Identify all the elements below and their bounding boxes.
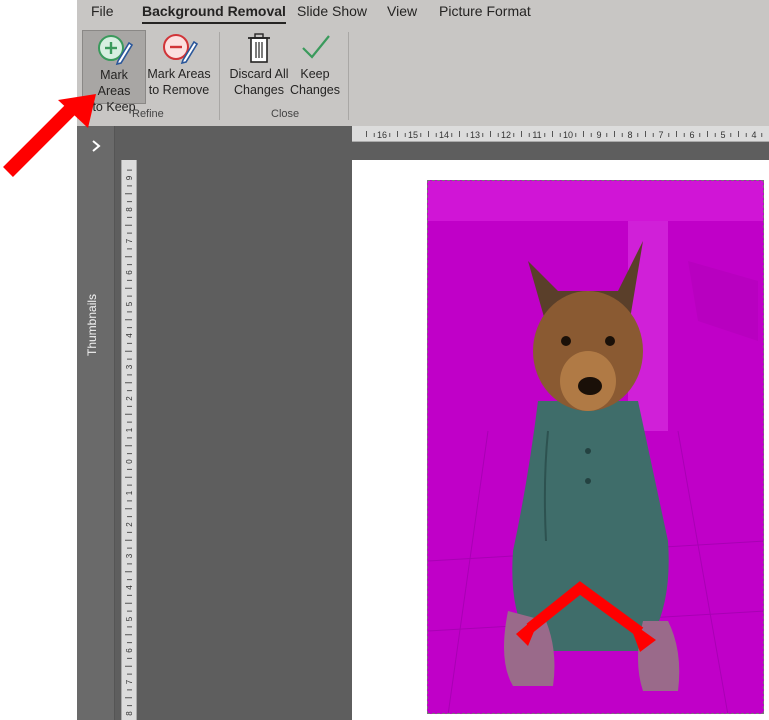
ruler-number: 6 xyxy=(689,130,694,140)
group-divider xyxy=(348,32,349,120)
horizontal-ruler-scale: 16 15 14 13 12 11 10 9 8 7 6 5 4 xyxy=(366,130,763,140)
keep-label: Keep Changes xyxy=(289,67,341,97)
ruler-number: 6 xyxy=(125,648,134,653)
ruler-number: 1 xyxy=(125,427,134,432)
discard-label: Discard All Changes xyxy=(229,67,289,97)
tab-picture-format[interactable]: Picture Format xyxy=(439,2,531,20)
ruler-number: 13 xyxy=(470,130,480,140)
ruler-number: 11 xyxy=(532,130,541,140)
mark-areas-to-remove-button[interactable]: Mark Areas to Remove xyxy=(147,30,211,104)
dog-shirt xyxy=(512,401,669,651)
ruler-number: 7 xyxy=(658,130,663,140)
pencil-plus-icon xyxy=(98,35,134,66)
ruler-number: 15 xyxy=(408,130,418,140)
dog-photo xyxy=(428,181,763,713)
vertical-ruler: 9 8 7 6 5 4 3 2 1 0 1 2 3 4 5 6 7 8 xyxy=(121,160,137,720)
ruler-number: 5 xyxy=(125,616,134,621)
group-divider xyxy=(219,32,220,120)
ruler-number: 8 xyxy=(125,711,134,716)
ribbon-tabs: File Background Removal Slide Show View … xyxy=(77,0,769,24)
ruler-number: 12 xyxy=(501,130,511,140)
ruler-number: 3 xyxy=(125,553,134,558)
ruler-number: 4 xyxy=(125,333,134,338)
keep-changes-button[interactable]: Keep Changes xyxy=(289,30,341,104)
tab-file[interactable]: File xyxy=(91,2,114,20)
group-label-refine: Refine xyxy=(132,108,164,120)
ruler-number: 3 xyxy=(125,364,134,369)
thumbnails-label: Thumbnails xyxy=(85,293,99,356)
ruler-number: 1 xyxy=(125,490,134,495)
group-label-close: Close xyxy=(271,108,300,120)
chevron-right-icon[interactable] xyxy=(88,138,104,154)
ruler-number: 2 xyxy=(125,396,134,401)
ruler-number: 5 xyxy=(125,301,134,306)
ruler-number: 4 xyxy=(751,130,756,140)
ruler-number: 9 xyxy=(596,130,601,140)
tab-view[interactable]: View xyxy=(387,2,417,20)
discard-all-changes-button[interactable]: Discard All Changes xyxy=(227,30,291,104)
ruler-number: 9 xyxy=(125,175,134,180)
tab-slide-show[interactable]: Slide Show xyxy=(297,2,367,20)
checkmark-icon xyxy=(302,35,330,59)
ruler-number: 10 xyxy=(563,130,573,140)
picture-with-removal-overlay[interactable] xyxy=(427,180,764,714)
ruler-number: 0 xyxy=(125,459,134,464)
ruler-number: 5 xyxy=(720,130,725,140)
ruler-number: 8 xyxy=(627,130,632,140)
horizontal-ruler: 16 15 14 13 12 11 10 9 8 7 6 5 4 xyxy=(352,126,769,142)
mark-remove-label: Mark Areas to Remove xyxy=(147,67,211,97)
ruler-number: 2 xyxy=(125,522,134,527)
ribbon: File Background Removal Slide Show View … xyxy=(77,0,769,126)
left-margin xyxy=(0,0,77,720)
pencil-minus-icon xyxy=(163,34,199,65)
ruler-number: 7 xyxy=(125,238,134,243)
ruler-number: 14 xyxy=(439,130,449,140)
ruler-number: 8 xyxy=(125,207,134,212)
ruler-number: 6 xyxy=(125,270,134,275)
tab-background-removal[interactable]: Background Removal xyxy=(142,2,286,24)
ruler-number: 16 xyxy=(377,130,387,140)
thumbnails-pane: Thumbnails xyxy=(77,126,115,720)
mark-areas-to-keep-button[interactable]: Mark Areas to Keep xyxy=(82,30,146,114)
ruler-number: 4 xyxy=(125,585,134,590)
ruler-number: 7 xyxy=(125,679,134,684)
trash-icon xyxy=(248,33,270,63)
vertical-ruler-scale: 9 8 7 6 5 4 3 2 1 0 1 2 3 4 5 6 7 8 xyxy=(125,169,134,716)
